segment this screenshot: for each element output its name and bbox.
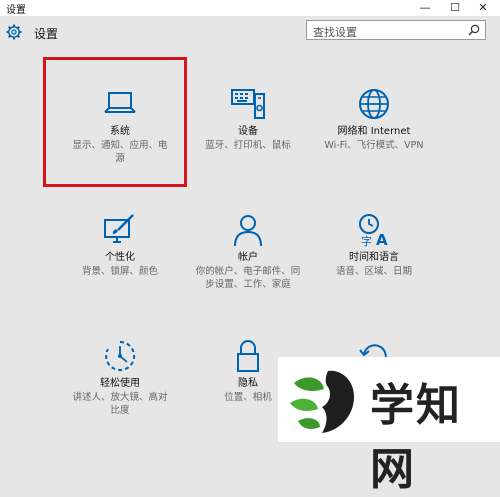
title-bar: 设置 — ☐ ✕	[0, 0, 500, 16]
page-title: 设置	[34, 27, 59, 41]
tile-system[interactable]: 系统 显示、通知、应用、电源	[56, 86, 184, 165]
tile-ease-of-access[interactable]: 轻松使用 讲述人、放大镜、高对比度	[56, 338, 184, 417]
tile-devices[interactable]: 设备 蓝牙、打印机、鼠标	[184, 86, 312, 152]
tile-description: 蓝牙、打印机、鼠标	[205, 140, 291, 151]
tile-title: 系统	[110, 126, 130, 137]
lock-icon	[237, 340, 259, 372]
svg-text:字: 字	[361, 234, 372, 248]
tile-description: 你的帐户、电子邮件、同步设置、工作、家庭	[195, 266, 301, 290]
person-icon	[234, 215, 262, 247]
watermark: 学知网	[278, 357, 500, 495]
watermark-text: 学知网	[370, 380, 462, 495]
search-placeholder: 查找设置	[313, 26, 357, 39]
tile-title: 帐户	[238, 252, 258, 263]
close-button[interactable]: ✕	[470, 0, 496, 16]
maximize-button[interactable]: ☐	[442, 0, 468, 16]
tile-title: 设备	[238, 126, 258, 137]
tile-description: 语音、区域、日期	[335, 266, 412, 277]
laptop-icon	[104, 92, 136, 113]
paint-monitor-icon	[104, 214, 134, 243]
tile-network[interactable]: 网络和 Internet Wi-Fi、飞行模式、VPN	[310, 86, 438, 152]
globe-icon	[359, 89, 389, 119]
tile-title: 轻松使用	[100, 378, 140, 389]
tile-time-language[interactable]: A 字 时间和语言 语音、区域、日期	[310, 212, 438, 278]
tile-description: 背景、锁屏、颜色	[81, 266, 158, 277]
tile-title: 时间和语言	[349, 252, 399, 263]
svg-text:A: A	[376, 231, 388, 248]
keyboard-printer-icon	[231, 89, 265, 119]
tile-description: 显示、通知、应用、电源	[72, 140, 168, 164]
search-input[interactable]: 查找设置	[306, 20, 486, 40]
tile-description: 讲述人、放大镜、高对比度	[72, 392, 168, 416]
gear-icon	[6, 24, 22, 40]
clock-language-icon: A 字	[359, 214, 388, 248]
leaf-logo-icon	[290, 370, 354, 433]
tile-description: Wi-Fi、飞行模式、VPN	[324, 140, 424, 151]
ease-of-access-icon	[105, 340, 136, 371]
window-title: 设置	[6, 5, 26, 16]
tile-title: 网络和 Internet	[337, 126, 411, 137]
tile-personalization[interactable]: 个性化 背景、锁屏、颜色	[56, 212, 184, 278]
tile-accounts[interactable]: 帐户 你的帐户、电子邮件、同步设置、工作、家庭	[184, 212, 312, 291]
minimize-button[interactable]: —	[412, 0, 438, 16]
search-icon[interactable]	[468, 24, 480, 36]
tile-title: 个性化	[105, 252, 135, 263]
